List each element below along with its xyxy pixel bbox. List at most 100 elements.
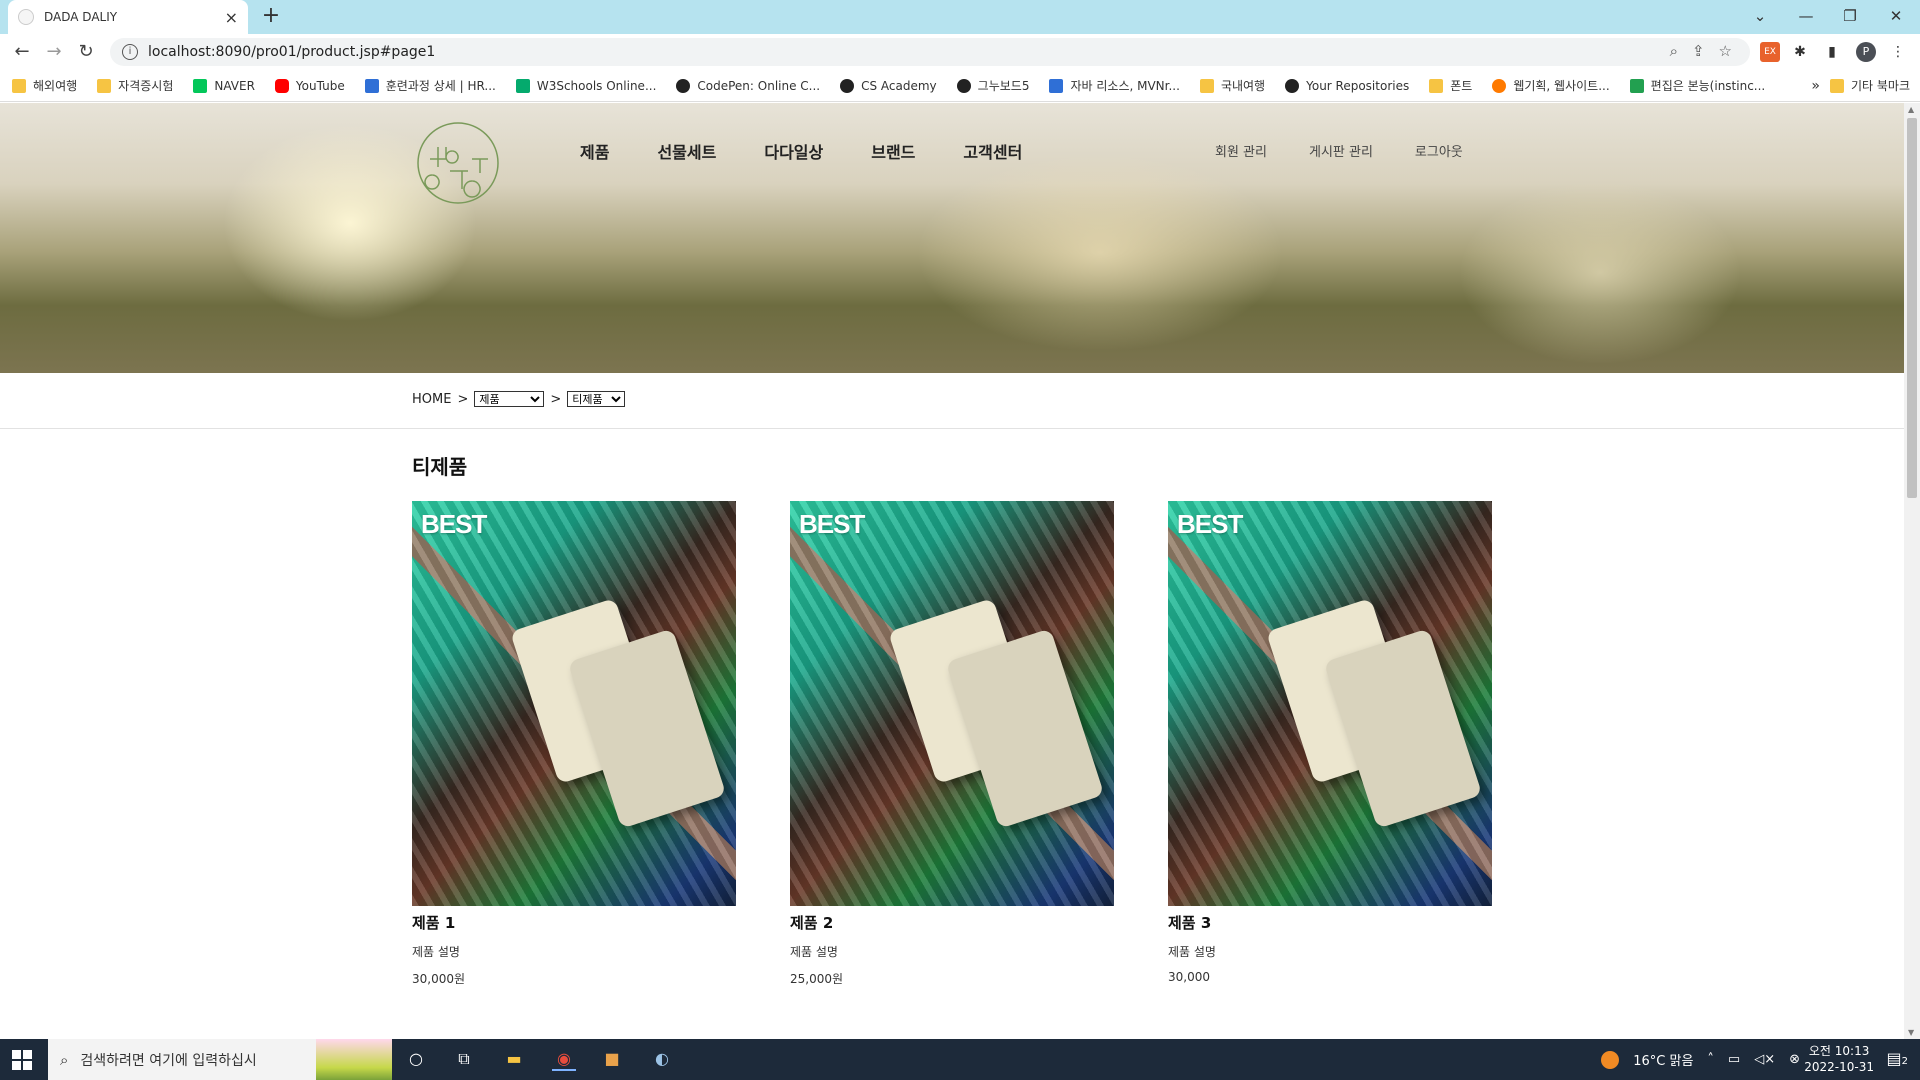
bookmark-item[interactable]: 자격증시험 [97,77,173,94]
product-name[interactable]: 제품 3 [1168,912,1492,933]
bookmark-item[interactable]: CS Academy [840,78,937,93]
bookmark-label: CS Academy [861,78,937,93]
bookmark-favicon-icon [1492,78,1507,93]
nav-item[interactable]: 제품 [580,139,609,163]
cortana-icon[interactable]: ○ [404,1047,428,1071]
bookmark-item[interactable]: Your Repositories [1285,78,1410,93]
share-icon[interactable]: ⇪ [1692,42,1705,60]
taskbar-search[interactable]: ⌕ 검색하려면 여기에 입력하십시 [48,1039,392,1080]
notification-icon[interactable]: ▤2 [1887,1049,1909,1068]
product-name[interactable]: 제품 2 [790,912,1114,933]
tray-chevron-icon[interactable]: ˄ [1707,1052,1714,1067]
subcategory-select[interactable]: 티제품 [567,391,626,407]
section-divider [0,428,1904,429]
bookmark-item[interactable]: NAVER [193,78,255,93]
nav-item[interactable]: 선물세트 [657,139,716,163]
product-image[interactable]: BEST [412,501,736,906]
bookmark-label: 편집은 본능(instinc... [1650,79,1766,93]
extensions-puzzle-icon[interactable]: ✱ [1790,42,1810,62]
admin-navigation: 회원 관리 게시판 관리 로그아웃 [1215,141,1505,160]
back-arrow-icon[interactable]: ← [8,38,36,66]
product-image[interactable]: BEST [1168,501,1492,906]
bookmark-item[interactable]: CodePen: Online C... [676,78,821,93]
page-viewport: 제품 선물세트 다다일상 브랜드 고객센터 회원 관리 게시판 관리 로그아웃 HOME >… [0,103,1904,1039]
admin-nav-item[interactable]: 로그아웃 [1415,141,1463,160]
site-logo[interactable] [412,121,504,205]
breadcrumb-separator: > [457,391,469,407]
bookmark-label: CodePen: Online C... [697,78,821,93]
volume-muted-icon[interactable]: ◁× [1754,1052,1775,1067]
nav-item[interactable]: 브랜드 [871,139,915,163]
nav-item[interactable]: 고객센터 [963,139,1022,163]
tab-strip: DADA DALIY × + ⌄ — ❐ ✕ [0,0,1920,34]
restore-button[interactable]: ❐ [1830,4,1870,30]
new-tab-button[interactable]: + [258,4,284,30]
scrollbar-thumb[interactable] [1907,118,1917,498]
other-bookmarks-label: 기타 북마크 [1850,79,1910,93]
zoom-icon[interactable]: ⌕ [1670,42,1678,60]
extension-icon[interactable]: EX [1760,42,1780,62]
file-explorer-icon[interactable]: ▬ [502,1047,526,1071]
category-select[interactable]: 제품 [474,391,545,407]
close-window-button[interactable]: ✕ [1876,4,1916,30]
tab-search-button[interactable]: ⌄ [1740,4,1780,30]
bookmark-label: Your Repositories [1306,78,1410,93]
bookmark-star-icon[interactable]: ☆ [1719,42,1732,60]
minimize-button[interactable]: — [1786,4,1826,30]
site-info-icon[interactable]: i [122,44,138,60]
folder-icon [97,78,112,93]
bookmark-item[interactable]: 국내여행 [1199,77,1265,94]
profile-avatar[interactable]: P [1856,42,1876,62]
bookmark-item[interactable]: 그누보드5 [956,77,1029,94]
page-scrollbar[interactable]: ▲ ▼ [1904,103,1920,1039]
bookmark-item[interactable]: 해외여행 [12,77,77,94]
breadcrumb-separator: > [550,391,562,407]
windows-start-icon[interactable] [12,1050,32,1070]
bookmark-item[interactable]: W3Schools Online... [515,78,656,93]
bookmarks-bar: 해외여행 자격증시험 NAVER YouTube 훈련과정 상세 | HR... W3Sc… [0,70,1920,102]
task-view-icon[interactable]: ⧉ [452,1047,476,1071]
bookmark-item[interactable]: YouTube [274,78,345,93]
url-text[interactable]: localhost:8090/pro01/product.jsp#page1 [148,44,435,60]
app-icon[interactable]: ■ [600,1047,624,1071]
product-price: 30,000 [1168,970,1210,984]
bookmark-item[interactable]: 자바 리소스, MVNr... [1049,77,1180,94]
chrome-icon[interactable]: ◉ [552,1047,576,1071]
eclipse-icon[interactable]: ◐ [650,1047,674,1071]
browser-tab[interactable]: DADA DALIY × [8,0,248,34]
clock[interactable]: 오전 10:13 2022-10-31 [1804,1043,1874,1075]
more-bookmarks-button[interactable]: » [1811,78,1820,94]
address-bar[interactable]: i localhost:8090/pro01/product.jsp#page1… [110,38,1750,66]
ime-icon[interactable]: ⊗ [1789,1052,1800,1067]
scroll-up-icon[interactable]: ▲ [1908,105,1914,114]
product-card[interactable]: BEST 제품 2 제품 설명 25,000원 [790,501,1114,987]
bookmark-item[interactable]: 웹기획, 웹사이트... [1492,77,1610,94]
breadcrumb-home[interactable]: HOME [412,392,451,407]
bookmark-item[interactable]: 편집은 본능(instinc... [1629,77,1766,94]
best-badge: BEST [1177,509,1243,539]
forward-arrow-icon[interactable]: → [40,38,68,66]
bookmark-favicon-icon [1629,78,1644,93]
product-card[interactable]: BEST 제품 3 제품 설명 30,000 [1168,501,1492,984]
network-icon[interactable]: ▭ [1728,1052,1740,1067]
menu-kebab-icon[interactable]: ⋮ [1888,42,1908,62]
reload-icon[interactable]: ↻ [72,38,100,66]
admin-nav-item[interactable]: 게시판 관리 [1309,141,1373,160]
nav-item[interactable]: 다다일상 [764,139,823,163]
other-bookmarks-folder[interactable]: 기타 북마크 [1829,77,1910,94]
product-name[interactable]: 제품 1 [412,912,736,933]
product-description: 제품 설명 [1168,945,1216,959]
admin-nav-item[interactable]: 회원 관리 [1215,141,1267,160]
taskbar-search-placeholder[interactable]: 검색하려면 여기에 입력하십시 [80,1050,256,1070]
tab-close-icon[interactable]: × [225,8,238,27]
bookmark-item[interactable]: 훈련과정 상세 | HR... [364,77,496,94]
weather-text[interactable]: 16°C 맑음 [1633,1050,1693,1069]
product-card[interactable]: BEST 제품 1 제품 설명 30,000원 [412,501,736,987]
side-panel-icon[interactable]: ▮ [1822,42,1842,62]
product-image[interactable]: BEST [790,501,1114,906]
windows-taskbar: ⌕ 검색하려면 여기에 입력하십시 ○ ⧉ ▬ ◉ ■ ◐ 16°C 맑음 ˄ … [0,1039,1920,1080]
bookmark-label: 웹기획, 웹사이트... [1513,79,1610,93]
bookmark-label: 훈련과정 상세 | HR... [385,79,496,93]
scroll-down-icon[interactable]: ▼ [1908,1028,1914,1037]
bookmark-item[interactable]: 폰트 [1429,77,1472,94]
